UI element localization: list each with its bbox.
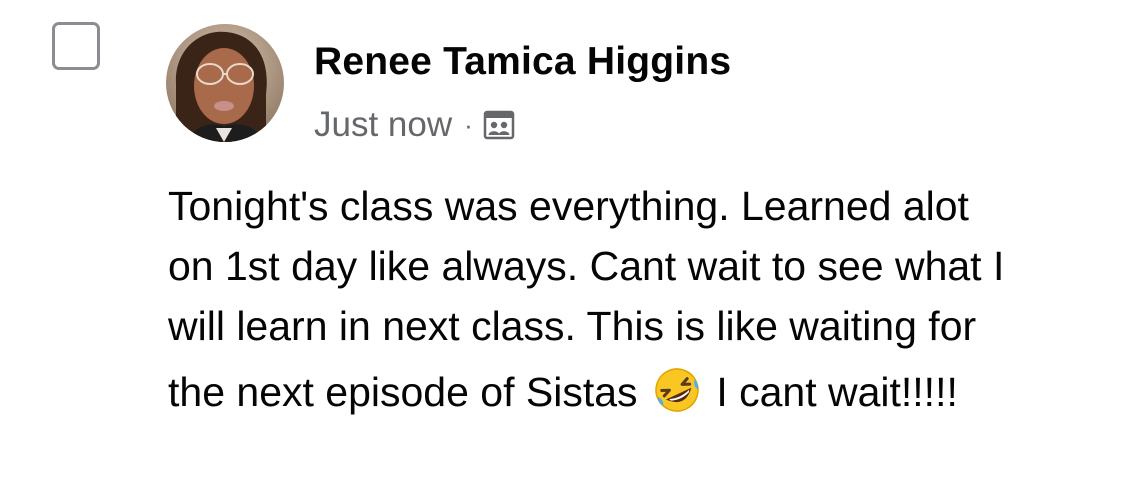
post-meta: Just now · bbox=[314, 103, 515, 147]
timestamp[interactable]: Just now bbox=[314, 105, 452, 145]
post-body: Tonight's class was everything. Learned … bbox=[168, 176, 1108, 422]
post-text-line: on 1st day like always. Cant wait to see… bbox=[168, 243, 1005, 289]
select-checkbox[interactable] bbox=[52, 22, 100, 70]
post-text-segment: I cant wait!!!!! bbox=[704, 369, 958, 415]
post-text-line: will learn in next class. This is like w… bbox=[168, 303, 977, 349]
post-text-line-last: the next episode of Sistas I cant wait!!… bbox=[168, 362, 1108, 422]
avatar[interactable] bbox=[166, 24, 284, 142]
rolling-on-the-floor-laughing-emoji-icon bbox=[653, 366, 701, 414]
post-text-segment: the next episode of Sistas bbox=[168, 369, 649, 415]
author-name[interactable]: Renee Tamica Higgins bbox=[314, 40, 731, 84]
group-members-icon[interactable] bbox=[483, 109, 515, 141]
post-text-line: Tonight's class was everything. Learned … bbox=[168, 183, 969, 229]
avatar-photo bbox=[166, 24, 284, 142]
meta-separator: · bbox=[464, 109, 473, 140]
comment-post: Renee Tamica Higgins Just now · Tonight'… bbox=[0, 0, 1122, 485]
